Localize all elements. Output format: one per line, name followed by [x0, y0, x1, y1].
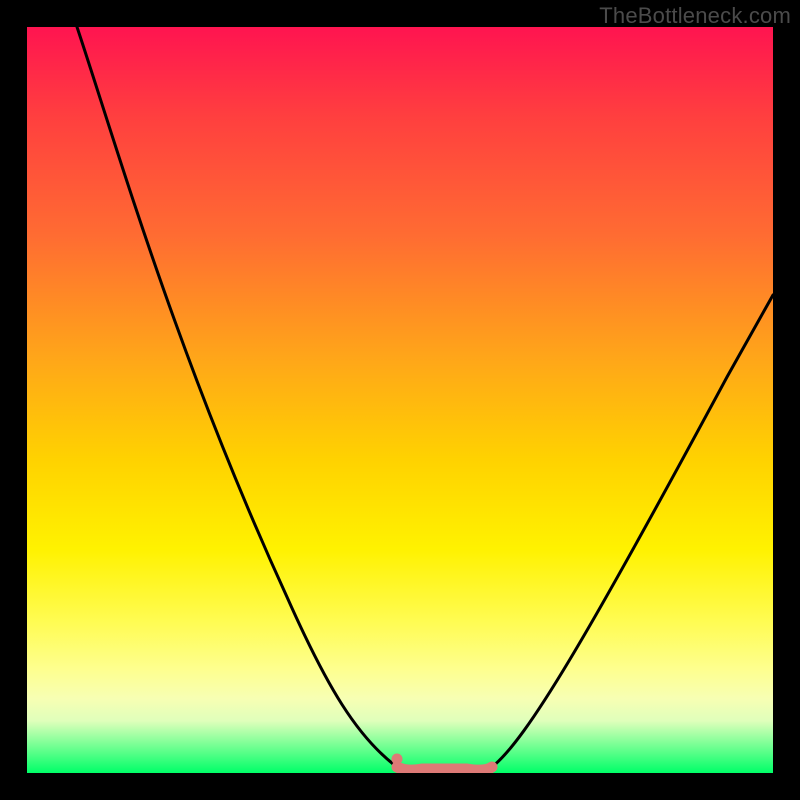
chart-area: [27, 27, 773, 773]
flat-segment-marker: [397, 767, 492, 770]
curve-svg: [27, 27, 773, 773]
marker-point: [392, 754, 403, 765]
bottleneck-curve: [77, 27, 773, 769]
watermark-text: TheBottleneck.com: [599, 3, 791, 29]
